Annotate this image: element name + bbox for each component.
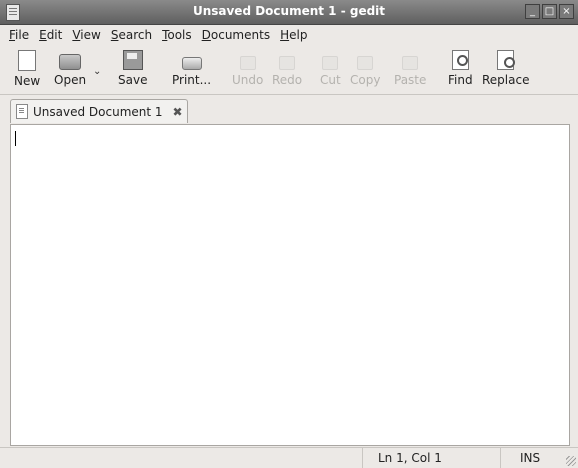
menu-edit[interactable]: Edit bbox=[34, 28, 67, 42]
insert-mode-indicator: INS bbox=[520, 451, 541, 465]
menu-bar: File Edit View Search Tools Documents He… bbox=[0, 25, 578, 45]
menu-documents[interactable]: Documents bbox=[197, 28, 275, 42]
cursor-position: Ln 1, Col 1 bbox=[378, 451, 442, 465]
minimize-button[interactable]: _ bbox=[525, 4, 540, 19]
menu-tools[interactable]: Tools bbox=[157, 28, 197, 42]
paste-button[interactable]: Paste bbox=[394, 50, 426, 87]
new-document-icon bbox=[18, 50, 37, 71]
maximize-button[interactable]: □ bbox=[542, 4, 557, 19]
gedit-window: Unsaved Document 1 - gedit _ □ × File Ed… bbox=[0, 0, 578, 468]
undo-button[interactable]: Undo bbox=[232, 50, 263, 87]
tab-unsaved-document-1[interactable]: Unsaved Document 1 ✖ bbox=[10, 99, 188, 123]
open-folder-icon bbox=[59, 54, 82, 70]
menu-file[interactable]: File bbox=[4, 28, 34, 42]
paste-clipboard-icon bbox=[402, 56, 419, 70]
redo-button[interactable]: Redo bbox=[272, 50, 302, 87]
open-recent-dropdown[interactable]: ⌄ bbox=[93, 66, 101, 77]
scissors-icon bbox=[322, 56, 339, 70]
status-divider bbox=[500, 448, 501, 468]
replace-icon bbox=[497, 50, 516, 70]
replace-button[interactable]: Replace bbox=[482, 50, 529, 87]
open-button[interactable]: Open bbox=[54, 50, 86, 87]
window-title: Unsaved Document 1 - gedit bbox=[192, 4, 386, 18]
window-controls: _ □ × bbox=[525, 4, 574, 19]
cut-button[interactable]: Cut bbox=[320, 50, 341, 87]
toolbar: New Open ⌄ Save Print... Undo Redo Cut C… bbox=[0, 46, 578, 95]
print-button[interactable]: Print... bbox=[172, 50, 211, 87]
title-bar[interactable]: Unsaved Document 1 - gedit _ □ × bbox=[0, 0, 578, 25]
menu-help[interactable]: Help bbox=[275, 28, 312, 42]
status-divider bbox=[362, 448, 363, 468]
find-magnifier-icon bbox=[451, 50, 469, 70]
resize-grip-icon[interactable] bbox=[566, 456, 576, 466]
new-button[interactable]: New bbox=[14, 50, 40, 88]
undo-icon bbox=[239, 56, 256, 70]
document-tab-strip: Unsaved Document 1 ✖ bbox=[0, 95, 578, 124]
redo-icon bbox=[279, 56, 296, 70]
text-cursor bbox=[15, 131, 16, 146]
save-button[interactable]: Save bbox=[118, 50, 147, 87]
tab-label: Unsaved Document 1 bbox=[33, 104, 163, 119]
save-disk-icon bbox=[122, 50, 143, 70]
menu-search[interactable]: Search bbox=[106, 28, 157, 42]
close-button[interactable]: × bbox=[559, 4, 574, 19]
printer-icon bbox=[181, 57, 202, 70]
tab-close-icon[interactable]: ✖ bbox=[173, 105, 183, 119]
status-bar: Ln 1, Col 1 INS bbox=[0, 447, 578, 468]
text-document-icon bbox=[16, 104, 28, 119]
menu-view[interactable]: View bbox=[67, 28, 105, 42]
find-button[interactable]: Find bbox=[448, 50, 473, 87]
copy-icon bbox=[357, 56, 374, 70]
text-editor-area[interactable] bbox=[10, 124, 570, 446]
copy-button[interactable]: Copy bbox=[350, 50, 380, 87]
